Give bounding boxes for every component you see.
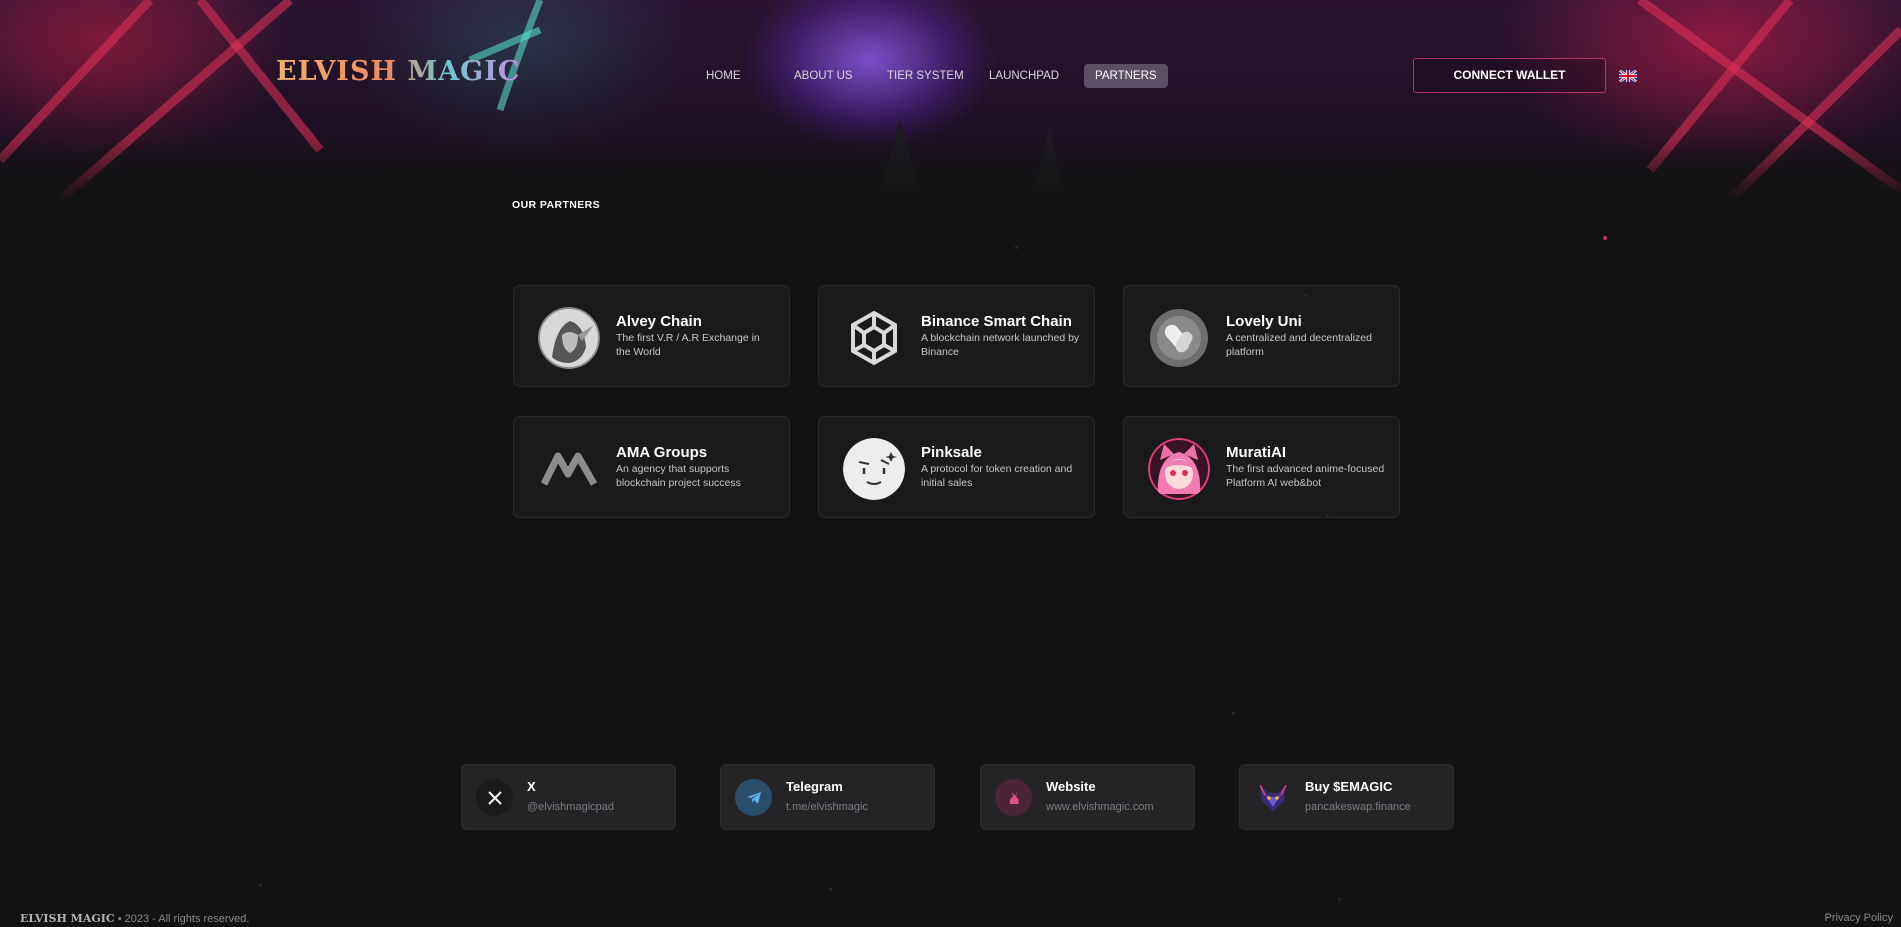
uk-flag-icon[interactable] [1619,70,1637,82]
partner-card-binance-smart-chain[interactable]: Binance Smart Chain A blockchain network… [818,285,1095,387]
elf-portrait-icon [538,307,600,369]
social-card-x[interactable]: X @elvishmagicpad [461,764,676,830]
footer-logo: ELVISH MAGIC [20,912,115,925]
partner-description: An agency that supports blockchain proje… [616,463,741,489]
partner-name: MuratiAI [1226,444,1286,461]
partner-name: Lovely Uni [1226,313,1302,330]
social-title: X [527,779,536,794]
bnb-cube-icon [843,307,905,369]
nav-about-us[interactable]: ABOUT US [783,64,864,88]
footer-copyright: ELVISH MAGIC • 2023 - All rights reserve… [20,912,249,925]
pinksale-face-icon [843,438,905,500]
lovely-pill-icon [1148,307,1210,369]
social-title: Website [1046,779,1096,794]
decor-speck [1326,514,1329,517]
nav-home[interactable]: HOME [695,64,752,88]
social-card-website[interactable]: Website www.elvishmagic.com [980,764,1195,830]
rabbit-icon [995,779,1032,816]
connect-wallet-button[interactable]: CONNECT WALLET [1413,58,1606,93]
nav-partners[interactable]: PARTNERS [1084,64,1168,88]
partner-card-ama-groups[interactable]: AMA Groups An agency that supports block… [513,416,790,518]
x-icon [476,779,513,816]
partner-description: A blockchain network launched by Binance [921,332,1080,358]
ama-logo-icon [538,438,600,500]
decor-speck [1304,294,1307,297]
fox-icon [1254,779,1291,816]
partner-card-pinksale[interactable]: Pinksale A protocol for token creation a… [818,416,1095,518]
decor-speck [1603,236,1607,240]
nav-launchpad[interactable]: LAUNCHPAD [978,64,1070,88]
footer-copyright-text: • 2023 - All rights reserved. [117,913,250,925]
privacy-policy-link[interactable]: Privacy Policy [1825,912,1893,924]
site-logo[interactable]: ELVISH MAGIC [276,56,520,87]
social-subtitle: @elvishmagicpad [527,801,614,813]
social-card-buy-emagic[interactable]: Buy $EMAGIC pancakeswap.finance [1239,764,1454,830]
social-subtitle: www.elvishmagic.com [1046,801,1154,813]
decor-speck [259,884,262,887]
nav-tier-system[interactable]: TIER SYSTEM [876,64,975,88]
social-title: Telegram [786,779,843,794]
decor-speck [829,888,832,891]
partner-name: Binance Smart Chain [921,313,1072,330]
partner-card-alvey-chain[interactable]: Alvey Chain The first V.R / A.R Exchange… [513,285,790,387]
hero-banner [0,0,1901,200]
decor-speck [1338,898,1341,901]
partner-description: A centralized and decentralized platform [1226,332,1372,358]
social-subtitle: pancakeswap.finance [1305,801,1411,813]
anime-girl-icon [1148,438,1210,500]
partner-description: A protocol for token creation and initia… [921,463,1073,489]
decor-speck [1015,246,1018,249]
partner-card-lovely-uni[interactable]: Lovely Uni A centralized and decentraliz… [1123,285,1400,387]
partner-description: The first V.R / A.R Exchange in the Worl… [616,332,760,358]
social-card-telegram[interactable]: Telegram t.me/elvishmagic [720,764,935,830]
telegram-icon [735,779,772,816]
partner-name: Alvey Chain [616,313,702,330]
partner-name: AMA Groups [616,444,708,461]
social-title: Buy $EMAGIC [1305,779,1393,794]
partner-description: The first advanced anime-focused Platfor… [1226,463,1385,489]
partner-name: Pinksale [921,444,982,461]
section-title: OUR PARTNERS [512,199,601,211]
decor-speck [1232,712,1235,715]
social-subtitle: t.me/elvishmagic [786,801,868,813]
partner-card-muratiai[interactable]: MuratiAI The first advanced anime-focuse… [1123,416,1400,518]
hero-artwork [0,0,1901,200]
